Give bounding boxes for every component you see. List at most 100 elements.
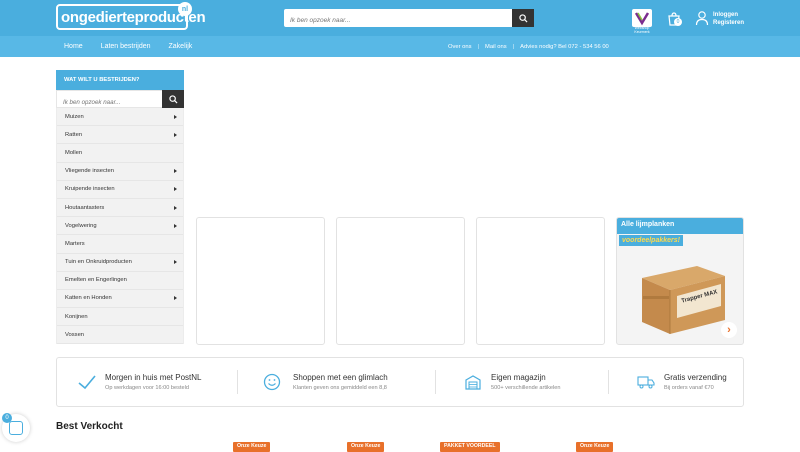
nav-over-ons[interactable]: Over ons	[448, 44, 472, 50]
usp-title: Morgen in huis met PostNL	[105, 373, 202, 382]
usp-divider	[608, 370, 609, 394]
search-icon	[518, 13, 528, 23]
featured-product-card[interactable]	[476, 217, 605, 345]
chat-badge: 0	[2, 413, 12, 423]
check-icon	[78, 375, 96, 390]
sidebar-category-list: Muizen Ratten Mollen Vliegende insecten Krui…	[56, 108, 184, 345]
usp-divider	[237, 370, 238, 394]
nav-left: Home Laten bestrijden Zakelijk	[56, 36, 202, 57]
caret-right-icon	[174, 114, 177, 119]
caret-right-icon	[174, 223, 177, 228]
category-sidebar: WAT WILT U BESTRIJDEN? Muizen Ratten Molle…	[56, 70, 184, 345]
sidebar-category-label: Konijnen	[65, 313, 88, 320]
smiley-icon	[263, 373, 281, 391]
nav-separator: |	[477, 43, 480, 50]
header-search-button[interactable]	[512, 9, 534, 27]
promo-title: Alle lijmplanken	[617, 218, 743, 234]
webshop-label: Webshop Keurmerk	[634, 26, 650, 34]
usp-bar: Morgen in huis met PostNL Op werkdagen v…	[56, 357, 744, 407]
login-link[interactable]: Inloggen	[713, 11, 744, 19]
sidebar-category-item[interactable]: Muizen	[57, 108, 183, 127]
best-sold-heading: Best Verkocht	[56, 421, 123, 432]
caret-right-icon	[174, 132, 177, 137]
nav-right: Over ons | Mail ons | Advies nodig? Bel …	[448, 36, 609, 57]
usp-subtitle: 500+ verschillende artikelen	[491, 385, 561, 391]
sidebar-category-label: Houtaantasters	[65, 204, 105, 211]
main-nav: Home Laten bestrijden Zakelijk Over ons …	[0, 36, 800, 57]
sidebar-category-item[interactable]: Houtaantasters	[57, 199, 183, 218]
usp-item: Eigen magazijn 500+ verschillende artike…	[465, 358, 561, 406]
usp-item: Morgen in huis met PostNL Op werkdagen v…	[77, 358, 202, 406]
account-links: Inloggen Registeren	[713, 11, 744, 27]
usp-subtitle: Klanten geven ons gemiddeld een 8,8	[293, 385, 387, 391]
nav-home[interactable]: Home	[64, 43, 83, 50]
sidebar-category-label: Tuin en Onkruidproducten	[65, 259, 132, 266]
warehouse-icon	[465, 375, 481, 390]
sidebar-category-item[interactable]: Vliegende insecten	[57, 163, 183, 181]
sidebar-category-item[interactable]: Mollen	[57, 144, 183, 163]
usp-item: Shoppen met een glimlach Klanten geven o…	[263, 358, 388, 406]
nav-mail-ons[interactable]: Mail ons	[485, 44, 507, 50]
usp-subtitle: Bij orders vanaf €70	[664, 385, 714, 391]
cart-count-badge: 0	[674, 18, 682, 26]
nav-zakelijk[interactable]: Zakelijk	[169, 43, 193, 50]
nav-laten-bestrijden[interactable]: Laten bestrijden	[101, 43, 151, 50]
site-logo[interactable]: ongedierteproducten nl	[56, 2, 206, 30]
user-icon[interactable]	[695, 10, 709, 26]
sidebar-category-label: Emelten en Engerlingen	[65, 277, 127, 284]
truck-icon	[637, 376, 655, 389]
sidebar-category-label: Muizen	[65, 113, 84, 120]
sidebar-search	[56, 90, 184, 111]
usp-item: Gratis verzending Bij orders vanaf €70	[637, 358, 727, 406]
sidebar-search-input[interactable]	[57, 94, 163, 111]
featured-product-card[interactable]	[336, 217, 465, 345]
sidebar-category-label: Katten en Honden	[65, 295, 112, 302]
logo-badge: nl	[178, 2, 192, 16]
chevron-right-icon: ›	[727, 324, 731, 336]
nav-separator: |	[512, 43, 515, 50]
sidebar-category-label: Kruipende insecten	[65, 186, 115, 193]
sidebar-category-item[interactable]: Katten en Honden	[57, 290, 183, 309]
header-search	[284, 9, 534, 30]
search-icon	[168, 94, 178, 104]
featured-product-card[interactable]	[196, 217, 325, 345]
usp-title: Gratis verzending	[664, 373, 727, 382]
top-header: ongedierteproducten nl Webshop Keurmerk …	[0, 0, 800, 36]
sidebar-category-item[interactable]: Konijnen	[57, 308, 183, 327]
sidebar-category-item[interactable]: Tuin en Onkruidproducten	[57, 254, 183, 272]
promo-banner[interactable]: Alle lijmplanken voordeelpakkers! Trappe…	[616, 217, 744, 345]
sidebar-category-label: Mollen	[65, 149, 83, 156]
usp-title: Eigen magazijn	[491, 373, 546, 382]
sidebar-category-label: Vossen	[65, 331, 85, 338]
register-link[interactable]: Registeren	[713, 19, 744, 27]
nav-advice-phone[interactable]: Advies nodig? Bel 072 - 534 56 00	[520, 44, 609, 50]
caret-right-icon	[174, 205, 177, 210]
usp-title: Shoppen met een glimlach	[293, 373, 388, 382]
sidebar-heading: WAT WILT U BESTRIJDEN?	[56, 70, 184, 90]
caret-right-icon	[174, 296, 177, 301]
sidebar-category-label: Vliegende insecten	[65, 168, 114, 175]
sidebar-category-item[interactable]: Emelten en Engerlingen	[57, 272, 183, 290]
promo-next-button[interactable]: ›	[721, 322, 737, 338]
sidebar-category-label: Marters	[65, 240, 85, 247]
caret-right-icon	[174, 169, 177, 174]
product-tag: Onze Keuze	[347, 442, 385, 452]
caret-right-icon	[174, 260, 177, 265]
product-tag: PAKKET VOORDEEL	[440, 442, 500, 452]
sidebar-category-item[interactable]: Vossen	[57, 326, 183, 345]
caret-right-icon	[174, 187, 177, 192]
sidebar-category-item[interactable]: Vogelwering	[57, 217, 183, 236]
product-tag: Onze Keuze	[233, 442, 271, 452]
header-search-input[interactable]	[284, 11, 510, 30]
sidebar-category-label: Ratten	[65, 131, 83, 138]
product-tag: Onze Keuze	[576, 442, 614, 452]
usp-divider	[435, 370, 436, 394]
sidebar-search-button[interactable]	[162, 90, 184, 108]
sidebar-category-item[interactable]: Marters	[57, 235, 183, 254]
usp-subtitle: Op werkdagen voor 16:00 besteld	[105, 385, 189, 391]
sidebar-category-item[interactable]: Ratten	[57, 126, 183, 145]
promo-subtitle: voordeelpakkers!	[619, 235, 683, 246]
sidebar-category-label: Vogelwering	[65, 222, 97, 229]
chat-icon	[9, 421, 23, 435]
sidebar-category-item[interactable]: Kruipende insecten	[57, 181, 183, 199]
